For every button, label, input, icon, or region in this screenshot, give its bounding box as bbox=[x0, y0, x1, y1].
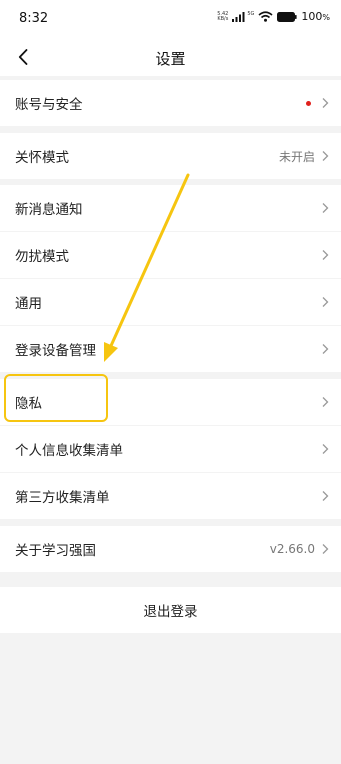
row-label: 第三方收集清单 bbox=[15, 490, 110, 506]
net-speed: 5.42 KB/s bbox=[217, 10, 229, 22]
battery-icon bbox=[277, 11, 297, 22]
chevron-right-icon bbox=[322, 444, 329, 454]
chevron-right-icon bbox=[322, 98, 329, 108]
notification-dot bbox=[306, 100, 311, 106]
battery-level: 100% bbox=[301, 10, 330, 23]
row-label: 关怀模式 bbox=[15, 150, 69, 166]
row-label: 登录设备管理 bbox=[15, 343, 96, 359]
row-new-message-notification[interactable]: 新消息通知 bbox=[0, 185, 341, 231]
row-label: 勿扰模式 bbox=[15, 249, 69, 265]
status-icons: 5.42 KB/s 5G 100% bbox=[214, 10, 330, 23]
row-value: 未开启 bbox=[278, 149, 315, 164]
wifi-icon bbox=[258, 11, 273, 22]
signal-icon bbox=[232, 11, 245, 22]
status-bar: 8:32 5.42 KB/s 5G 100% bbox=[0, 0, 341, 40]
page-title: 设置 bbox=[155, 50, 186, 68]
row-label: 个人信息收集清单 bbox=[15, 443, 123, 459]
logout-button[interactable]: 退出登录 bbox=[0, 587, 341, 633]
chevron-right-icon bbox=[322, 203, 329, 213]
chevron-right-icon bbox=[322, 151, 329, 161]
chevron-right-icon bbox=[322, 544, 329, 554]
row-privacy[interactable]: 隐私 bbox=[0, 379, 341, 425]
row-care-mode[interactable]: 关怀模式 未开启 bbox=[0, 133, 341, 179]
row-label: 新消息通知 bbox=[15, 202, 83, 218]
row-about[interactable]: 关于学习强国 v2.66.0 bbox=[0, 526, 341, 572]
chevron-right-icon bbox=[322, 250, 329, 260]
nav-bar: 设置 bbox=[0, 40, 341, 76]
row-general[interactable]: 通用 bbox=[0, 279, 341, 325]
row-label: 隐私 bbox=[15, 396, 42, 412]
row-account-security[interactable]: 账号与安全 bbox=[0, 80, 341, 126]
network-type: 5G bbox=[247, 10, 255, 17]
status-time: 8:32 bbox=[19, 11, 49, 26]
row-label: 关于学习强国 bbox=[15, 543, 96, 559]
row-third-party-list[interactable]: 第三方收集清单 bbox=[0, 473, 341, 519]
row-personal-info-list[interactable]: 个人信息收集清单 bbox=[0, 426, 341, 472]
chevron-right-icon bbox=[322, 344, 329, 354]
row-label: 通用 bbox=[15, 296, 42, 312]
row-do-not-disturb[interactable]: 勿扰模式 bbox=[0, 232, 341, 278]
chevron-right-icon bbox=[322, 397, 329, 407]
row-login-device-management[interactable]: 登录设备管理 bbox=[0, 326, 341, 372]
chevron-right-icon bbox=[322, 297, 329, 307]
logout-label: 退出登录 bbox=[143, 604, 198, 620]
row-label: 账号与安全 bbox=[15, 97, 83, 113]
version-value: v2.66.0 bbox=[269, 542, 315, 556]
chevron-right-icon bbox=[322, 491, 329, 501]
